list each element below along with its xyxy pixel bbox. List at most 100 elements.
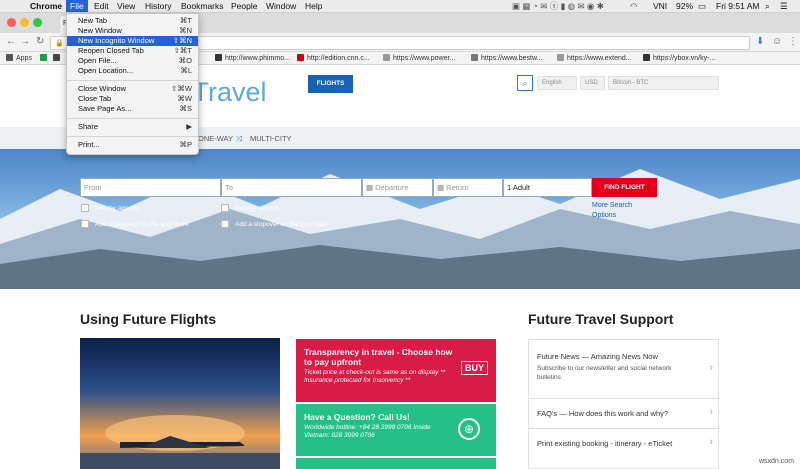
return-input[interactable]: ▦ Return	[433, 178, 503, 197]
stopover-there[interactable]: Add a stopover on the way there	[81, 220, 189, 229]
profile-icon[interactable]: ☺	[772, 36, 782, 48]
nearby-airports-to[interactable]: Nearby airports	[221, 204, 279, 213]
tab-multi-city[interactable]: MULTI-CITY	[250, 134, 292, 143]
battery-percent[interactable]: 92%	[676, 1, 693, 12]
favicon	[557, 54, 564, 61]
notification-center-icon[interactable]: ☰	[780, 1, 788, 12]
menu-dots-icon[interactable]: ⋮	[788, 36, 798, 48]
bookmark-cnn[interactable]: http://edition.cnn.c...	[297, 54, 370, 63]
search-icon[interactable]: ⌕	[517, 75, 533, 91]
checkbox[interactable]	[81, 220, 89, 228]
favicon	[215, 54, 222, 61]
close-window-icon[interactable]	[7, 18, 16, 27]
clock[interactable]: Fri 9:51 AM	[716, 1, 759, 12]
currency-select[interactable]: USD	[580, 76, 605, 90]
bookmark-power[interactable]: https://www.power...	[383, 54, 455, 63]
checkbox[interactable]	[221, 220, 229, 228]
reload-icon[interactable]: ↻	[36, 36, 44, 48]
checkbox[interactable]	[221, 204, 229, 212]
crypto-value: Bitcoin - BTC	[613, 80, 649, 86]
menu-item-new-tab[interactable]: New Tab ⌘T	[67, 16, 198, 26]
support-panel: Future News — Amazing News Now Subscribe…	[528, 339, 719, 469]
menu-item-shortcut: ⌘T	[179, 16, 192, 25]
menu-item-label: Close Window	[78, 84, 126, 93]
menu-item-label: Close Tab	[78, 94, 112, 103]
chevron-right-icon: ›	[709, 406, 713, 418]
nearby-airports-from[interactable]: Nearby airports	[81, 204, 139, 213]
bookmark-extend[interactable]: https://www.extend...	[557, 54, 632, 63]
menu-item-label: Save Page As...	[78, 104, 132, 113]
minimize-window-icon[interactable]	[20, 18, 29, 27]
menu-item-print[interactable]: Print... ⌘P	[67, 140, 198, 150]
menu-item-label: Reopen Closed Tab	[78, 46, 144, 55]
support-item-faq[interactable]: FAQ's — How does this work and why? ›	[529, 399, 718, 429]
menu-item-shortcut: ⌘O	[178, 56, 192, 65]
crypto-select[interactable]: Bitcoin - BTC	[608, 76, 719, 90]
menu-item-reopen-closed-tab[interactable]: Reopen Closed Tab ⇧⌘T	[67, 46, 198, 56]
menu-item-share[interactable]: Share ▶	[67, 122, 198, 132]
from-input[interactable]: From	[80, 178, 221, 197]
promo-card-3[interactable]	[296, 458, 496, 469]
menu-item-shortcut: ⌘N	[179, 26, 192, 35]
sheets-icon	[40, 54, 47, 61]
status-icons[interactable]: ▣ ▦ ◔ ✉ ⓢ ▮ ◍ ✉ ◉ ✱	[512, 1, 604, 12]
menu-history[interactable]: History	[145, 1, 171, 12]
bookmark-apps[interactable]: Apps	[6, 54, 32, 63]
menu-item-label: New Incognito Window	[78, 36, 155, 45]
zoom-window-icon[interactable]	[33, 18, 42, 27]
menu-item-new-window[interactable]: New Window ⌘N	[67, 26, 198, 36]
support-item-news[interactable]: Future News — Amazing News Now Subscribe…	[529, 340, 718, 399]
to-input[interactable]: To	[221, 178, 362, 197]
battery-icon[interactable]: ▭	[698, 1, 706, 12]
menu-view[interactable]: View	[117, 1, 135, 12]
extension-icon[interactable]: ⬇	[756, 36, 764, 48]
bookmark-phimmo[interactable]: http://www.phimmo...	[215, 54, 290, 63]
cnn-icon	[297, 54, 304, 61]
spotlight-icon[interactable]: ⌕	[765, 1, 770, 12]
promo-card-call-us[interactable]: Have a Question? Call Us! Worldwide hotl…	[296, 404, 496, 456]
menu-item-save-page-as[interactable]: Save Page As... ⌘S	[67, 104, 198, 114]
passengers-select[interactable]: 1 Adult	[503, 178, 592, 197]
checkbox[interactable]	[81, 204, 89, 212]
menu-people[interactable]: People	[231, 1, 257, 12]
menu-bookmarks[interactable]: Bookmarks	[181, 1, 224, 12]
mac-menubar: Chrome File Edit View History Bookmarks …	[0, 0, 800, 13]
stopover-back[interactable]: Add a stopover on the way back	[221, 220, 328, 229]
support-item-print[interactable]: Print existing booking - itinerary - eTi…	[529, 429, 718, 459]
departure-input[interactable]: ▦ Departure	[362, 178, 433, 197]
menu-window[interactable]: Window	[266, 1, 296, 12]
menu-file[interactable]: File	[66, 0, 88, 12]
support-item-subtitle: Subscribe to our newsletter and social n…	[537, 365, 672, 381]
menu-item-close-window[interactable]: Close Window ⇧⌘W	[67, 84, 198, 94]
menu-item-new-incognito-window[interactable]: New Incognito Window ⇧⌘N	[67, 36, 198, 46]
menu-edit[interactable]: Edit	[94, 1, 109, 12]
promo-card-transparency[interactable]: Transparency in travel - Choose how to p…	[296, 339, 496, 402]
more-search-options-link[interactable]: More Search Options	[592, 201, 642, 221]
menu-item-label: Share	[78, 122, 99, 131]
menu-item-close-tab[interactable]: Close Tab ⌘W	[67, 94, 198, 104]
file-menu-dropdown: New Tab ⌘T New Window ⌘N New Incognito Win…	[66, 13, 199, 155]
find-flight-button[interactable]: FIND FLIGHT	[592, 178, 657, 197]
ime-indicator[interactable]: VNI	[653, 1, 667, 12]
favicon	[383, 54, 390, 61]
checkbox-label: Nearby airports	[95, 205, 140, 212]
card-subtitle: Worldwide hotline: +84 28 3999 0706 Insi…	[304, 424, 431, 439]
language-select[interactable]: English	[537, 76, 577, 90]
section-title-support: Future Travel Support	[528, 311, 674, 327]
menu-item-open-location[interactable]: Open Location... ⌘L	[67, 66, 198, 76]
bookmark-bestw[interactable]: https://www.bestw...	[471, 54, 542, 63]
forward-icon[interactable]: →	[20, 36, 30, 48]
menu-item-open-file[interactable]: Open File... ⌘O	[67, 56, 198, 66]
support-item-title: Future News — Amazing News Now	[537, 352, 658, 361]
flights-button[interactable]: FLIGHTS	[308, 75, 353, 93]
bookmark-ybox[interactable]: https://ybox.vn/ky-...	[643, 54, 715, 63]
bookmark-sheets[interactable]	[40, 54, 50, 63]
airplane-icon	[80, 415, 280, 469]
wifi-icon[interactable]: ◠	[630, 1, 637, 12]
tab-one-way[interactable]: ONE-WAY	[198, 134, 233, 143]
back-icon[interactable]: ←	[6, 36, 16, 48]
menu-help[interactable]: Help	[305, 1, 322, 12]
bookmark-icon-2[interactable]	[53, 54, 63, 63]
menu-item-shortcut: ⇧⌘W	[171, 84, 192, 93]
menu-chrome[interactable]: Chrome	[30, 1, 62, 12]
